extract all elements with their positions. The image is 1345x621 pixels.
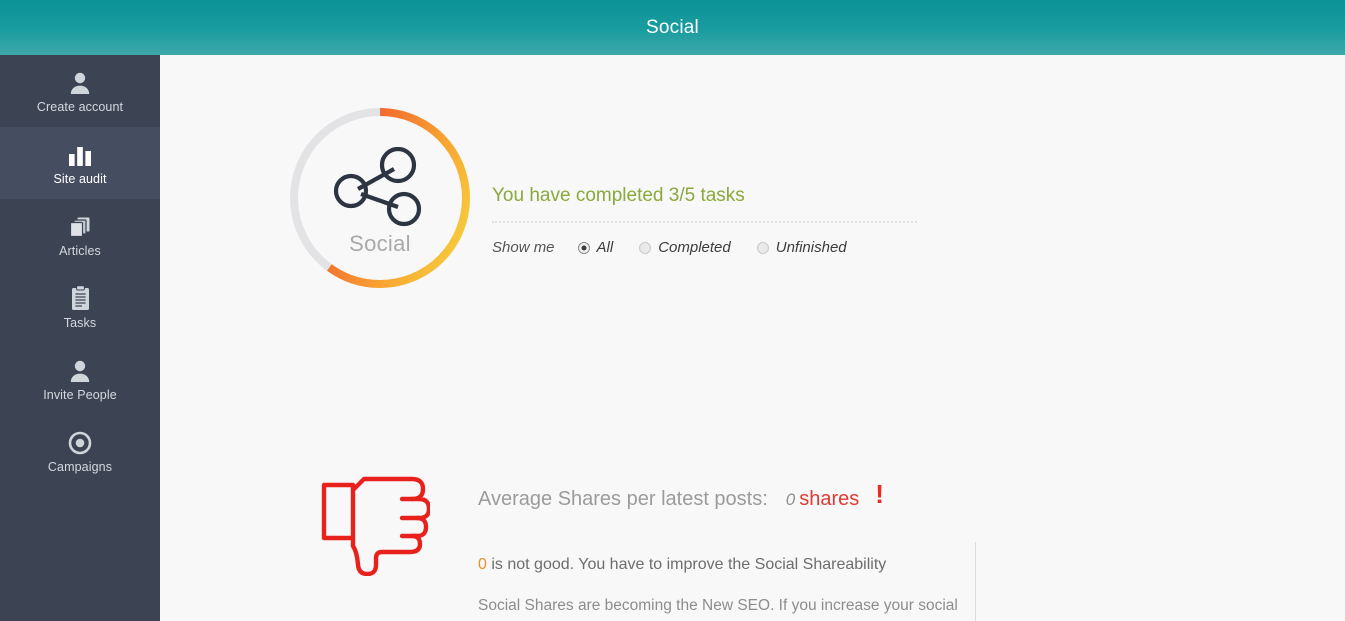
vertical-divider — [975, 542, 976, 621]
sidebar-item-tasks[interactable]: Tasks — [0, 271, 160, 343]
filter-row: Show me All Completed Unfinished — [492, 239, 962, 256]
app-root: Social Create account Site audit Article… — [0, 0, 1345, 621]
progress-donut: Social — [285, 103, 475, 293]
filter-radio-completed[interactable]: Completed — [639, 239, 731, 256]
page-header: Social — [0, 0, 1345, 55]
score-summary: You have completed 3/5 tasks Show me All… — [492, 185, 962, 256]
person-icon — [69, 69, 91, 95]
clipboard-icon — [70, 284, 91, 311]
metric-unit: shares — [799, 488, 860, 510]
filter-radio-all[interactable]: All — [577, 239, 614, 256]
lead-text: is not good. You have to improve the Soc… — [486, 556, 887, 573]
radio-icon — [639, 241, 652, 254]
stacked-pages-icon — [68, 213, 92, 239]
bar-chart-icon — [67, 141, 93, 167]
lead-value: 0 — [478, 556, 487, 573]
sidebar-item-create-account[interactable]: Create account — [0, 55, 160, 127]
donut-center: Social — [285, 103, 475, 293]
sidebar-item-label: Campaigns — [47, 459, 113, 474]
page-title: Social — [646, 16, 699, 38]
finding-section: Average Shares per latest posts: 0 share… — [160, 411, 1345, 621]
filter-label: Show me — [492, 239, 555, 256]
sidebar-item-label: Invite People — [43, 387, 117, 402]
sidebar-item-campaigns[interactable]: Campaigns — [0, 415, 160, 487]
donut-label: Social — [349, 231, 411, 256]
sidebar: Create account Site audit Articles Tasks… — [0, 55, 160, 621]
alert-exclamation-icon: ! — [875, 479, 884, 509]
tasks-completed-text: You have completed 3/5 tasks — [492, 185, 745, 206]
metric-title: Average Shares per latest posts: — [478, 488, 768, 510]
sidebar-item-invite-people[interactable]: Invite People — [0, 343, 160, 415]
finding-paragraph: Social Shares are becoming the New SEO. … — [478, 597, 958, 614]
main-content: Social You have completed 3/5 tasks Show… — [160, 55, 1345, 621]
radio-icon — [756, 241, 769, 254]
sidebar-item-label: Tasks — [63, 315, 97, 330]
person-icon — [69, 357, 91, 383]
dotted-divider — [492, 221, 917, 223]
finding-lead: 0 is not good. You have to improve the S… — [478, 556, 968, 574]
sidebar-item-label: Articles — [59, 243, 101, 258]
finding-body: 0 is not good. You have to improve the S… — [478, 556, 968, 621]
share-nodes-icon — [332, 147, 428, 227]
filter-radio-label: Unfinished — [775, 239, 847, 256]
filter-radio-label: All — [596, 239, 614, 256]
target-icon — [68, 429, 92, 455]
sidebar-item-label: Site audit — [53, 171, 107, 186]
metric-value: 0 — [785, 490, 796, 509]
filter-radio-unfinished[interactable]: Unfinished — [756, 239, 847, 256]
thumbs-down-icon — [320, 476, 432, 581]
sidebar-item-label: Create account — [36, 99, 124, 114]
score-section: Social You have completed 3/5 tasks Show… — [160, 55, 1345, 355]
radio-icon — [577, 241, 590, 254]
filter-radio-label: Completed — [658, 239, 731, 256]
sidebar-item-articles[interactable]: Articles — [0, 199, 160, 271]
metric-headline: Average Shares per latest posts: 0 share… — [478, 479, 884, 512]
sidebar-item-site-audit[interactable]: Site audit — [0, 127, 160, 199]
